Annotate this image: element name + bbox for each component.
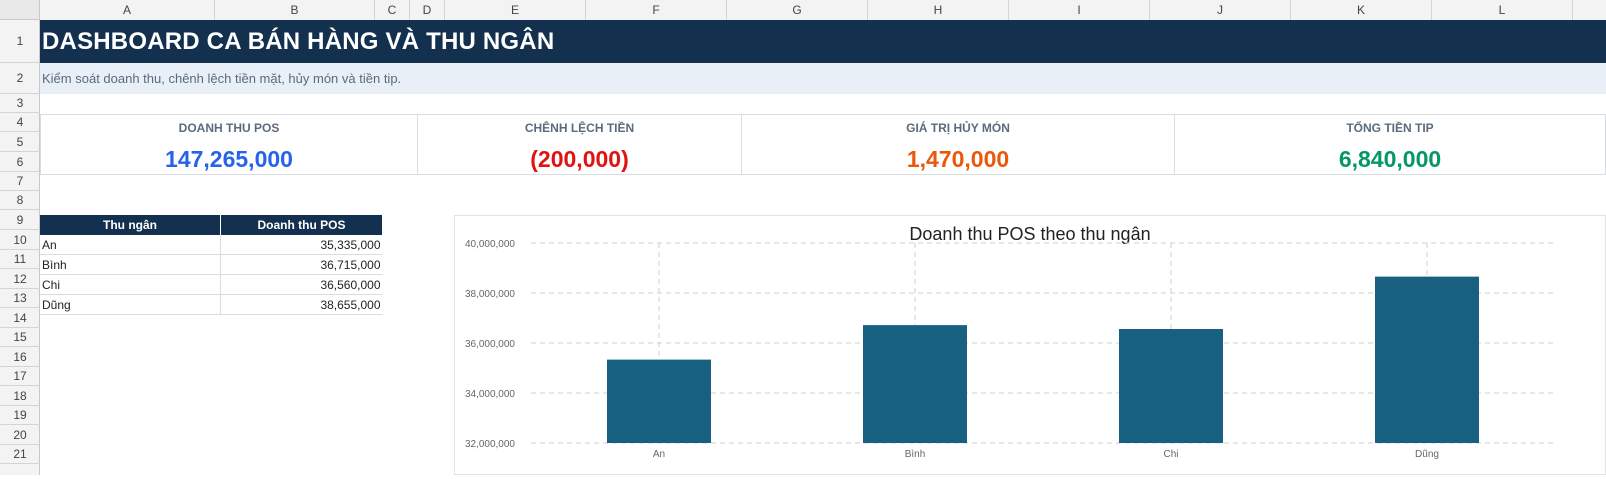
- y-tick-label: 32,000,000: [465, 439, 515, 450]
- column-header-bar: ABCDEFGHIJKL: [40, 0, 1606, 21]
- kpi-label: CHÊNH LỆCH TIỀN: [524, 121, 635, 135]
- kpi-card-void-value[interactable]: GIÁ TRỊ HỦY MÓN 1,470,000: [741, 114, 1175, 175]
- kpi-card-cash-difference[interactable]: CHÊNH LỆCH TIỀN (200,000): [417, 114, 742, 175]
- cell-revenue[interactable]: 35,335,000: [220, 235, 383, 255]
- row-header-9[interactable]: 9: [0, 210, 40, 230]
- row-header-13[interactable]: 13: [0, 289, 40, 308]
- y-tick-label: 40,000,000: [465, 239, 515, 250]
- row-header-2[interactable]: 2: [0, 63, 40, 94]
- row-header-11[interactable]: 11: [0, 250, 40, 269]
- row-header-7[interactable]: 7: [0, 172, 40, 191]
- x-tick-label: Bình: [905, 449, 926, 460]
- cell-cashier[interactable]: Chi: [40, 274, 221, 295]
- kpi-value: (200,000): [530, 146, 629, 172]
- bar-2[interactable]: [863, 325, 967, 443]
- kpi-value: 1,470,000: [906, 146, 1010, 172]
- kpi-card-pos-revenue[interactable]: DOANH THU POS 147,265,000: [40, 114, 418, 175]
- kpi-label: GIÁ TRỊ HỦY MÓN: [906, 121, 1010, 135]
- chart-title: Doanh thu POS theo thu ngân: [909, 224, 1150, 244]
- row-header-17[interactable]: 17: [0, 367, 40, 386]
- row-header-21[interactable]: 21: [0, 445, 40, 464]
- row-header-bar: 1 2 3 4 5 6 7 8 9 10 11 12 13 14 15 16 17 18 19 20 21: [0, 20, 40, 475]
- column-header-f[interactable]: F: [586, 0, 727, 20]
- select-all-corner[interactable]: [0, 0, 40, 20]
- row-header-5[interactable]: 5: [0, 132, 40, 152]
- kpi-label: DOANH THU POS: [178, 121, 280, 135]
- dashboard-subtitle: Kiểm soát doanh thu, chênh lệch tiền mặt…: [42, 71, 402, 86]
- bar-1[interactable]: [607, 359, 711, 443]
- row-header-15[interactable]: 15: [0, 328, 40, 347]
- column-header-e[interactable]: E: [445, 0, 586, 20]
- x-tick-label: Chi: [1163, 449, 1178, 460]
- column-header-l[interactable]: L: [1432, 0, 1573, 20]
- cell-revenue[interactable]: 36,560,000: [220, 274, 383, 295]
- y-tick-label: 34,000,000: [465, 389, 515, 400]
- dashboard-title-band: DASHBOARD CA BÁN HÀNG VÀ THU NGÂN: [40, 20, 1606, 63]
- table-header-cashier[interactable]: Thu ngân: [40, 215, 221, 235]
- cashier-revenue-table: Thu ngân Doanh thu POS An 35,335,000 Bìn…: [40, 215, 383, 315]
- dashboard-title: DASHBOARD CA BÁN HÀNG VÀ THU NGÂN: [42, 28, 555, 55]
- row-header-18[interactable]: 18: [0, 386, 40, 406]
- column-header-k[interactable]: K: [1291, 0, 1432, 20]
- table-row: An 35,335,000: [40, 235, 383, 255]
- cell-cashier[interactable]: Bình: [40, 254, 221, 275]
- column-header-h[interactable]: H: [868, 0, 1009, 20]
- kpi-label: TỔNG TIỀN TIP: [1346, 121, 1434, 135]
- kpi-card-total-tip[interactable]: TỔNG TIỀN TIP 6,840,000: [1174, 114, 1606, 175]
- row-header-6[interactable]: 6: [0, 152, 40, 172]
- y-tick-label: 36,000,000: [465, 339, 515, 350]
- table-row: Chi 36,560,000: [40, 274, 383, 295]
- row-header-12[interactable]: 12: [0, 269, 40, 289]
- cell-cashier[interactable]: Dũng: [40, 294, 221, 315]
- column-header-g[interactable]: G: [727, 0, 868, 20]
- kpi-value: 6,840,000: [1338, 146, 1442, 172]
- bar-4[interactable]: [1375, 276, 1479, 443]
- column-header-a[interactable]: A: [40, 0, 215, 20]
- row-header-10[interactable]: 10: [0, 230, 40, 250]
- table-row: Bình 36,715,000: [40, 254, 383, 275]
- table-header-pos-revenue[interactable]: Doanh thu POS: [220, 215, 383, 235]
- dashboard-subtitle-band: Kiểm soát doanh thu, chênh lệch tiền mặt…: [40, 63, 1606, 94]
- cell-revenue[interactable]: 38,655,000: [220, 294, 383, 315]
- x-tick-label: An: [653, 449, 665, 460]
- cell-cashier[interactable]: An: [40, 235, 221, 255]
- revenue-chart-svg: Doanh thu POS theo thu ngân 32,000,000 34…: [465, 224, 1555, 460]
- cell-revenue[interactable]: 36,715,000: [220, 254, 383, 275]
- row-header-1[interactable]: 1: [0, 20, 40, 63]
- column-header-j[interactable]: J: [1150, 0, 1291, 20]
- row-header-3[interactable]: 3: [0, 94, 40, 113]
- y-tick-label: 38,000,000: [465, 289, 515, 300]
- x-tick-label: Dũng: [1415, 449, 1439, 460]
- row-header-14[interactable]: 14: [0, 308, 40, 328]
- column-header-c[interactable]: C: [375, 0, 410, 20]
- kpi-value: 147,265,000: [165, 146, 293, 172]
- revenue-chart[interactable]: Doanh thu POS theo thu ngân 32,000,000 34…: [454, 215, 1606, 475]
- row-header-16[interactable]: 16: [0, 347, 40, 367]
- column-header-i[interactable]: I: [1009, 0, 1150, 20]
- bar-3[interactable]: [1119, 329, 1223, 443]
- row-header-19[interactable]: 19: [0, 406, 40, 425]
- column-header-b[interactable]: B: [215, 0, 375, 20]
- row-header-8[interactable]: 8: [0, 191, 40, 210]
- row-header-4[interactable]: 4: [0, 113, 40, 132]
- column-header-d[interactable]: D: [410, 0, 445, 20]
- row-header-20[interactable]: 20: [0, 425, 40, 445]
- table-row: Dũng 38,655,000: [40, 294, 383, 315]
